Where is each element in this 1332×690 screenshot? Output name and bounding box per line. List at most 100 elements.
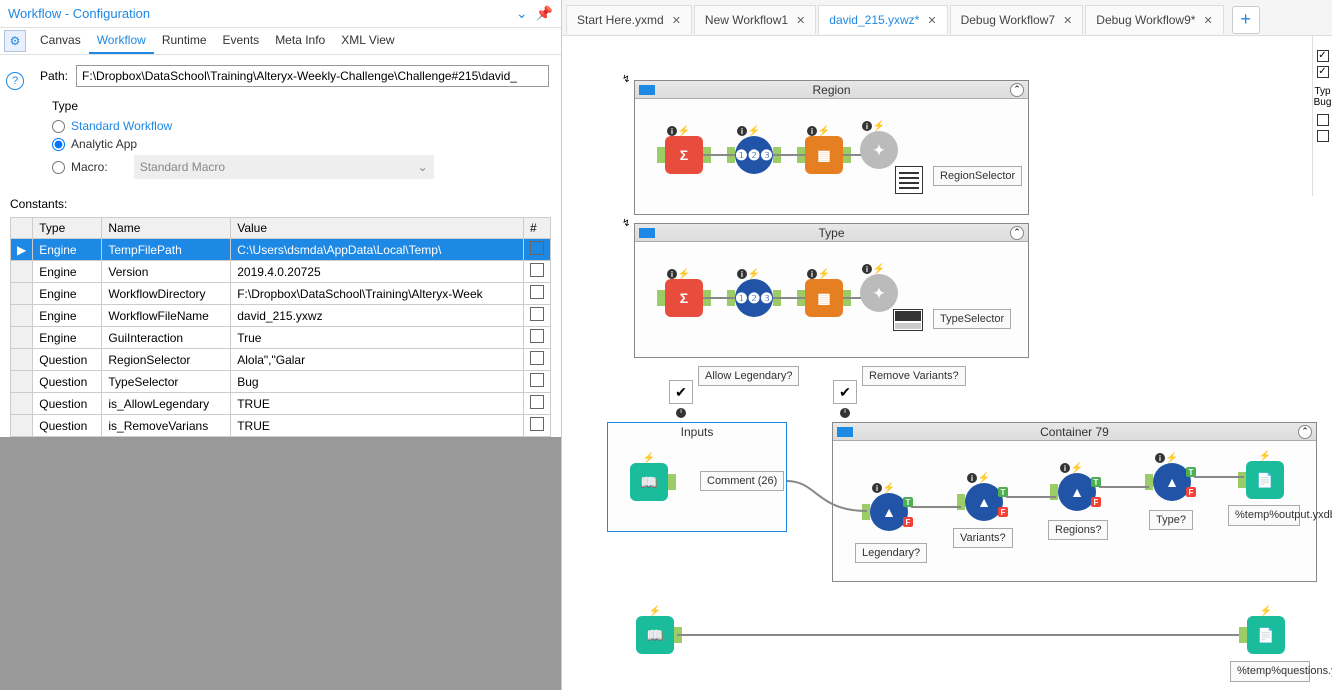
listbox-tool[interactable] — [895, 166, 923, 194]
select-tool[interactable]: ❶❷❸ — [735, 279, 773, 317]
chevron-down-icon[interactable]: ⌄ — [516, 5, 528, 22]
close-icon[interactable]: ✕ — [1203, 14, 1212, 27]
dropdown-tool[interactable] — [893, 309, 923, 331]
select-tool[interactable]: ❶❷❸ — [735, 136, 773, 174]
container-inputs[interactable]: Inputs 📖 Comment (26) — [607, 422, 787, 532]
label-remove-variants: Remove Variants? — [862, 366, 966, 386]
connector — [911, 506, 961, 508]
radio-macro[interactable] — [52, 161, 65, 174]
constants-label: Constants: — [0, 191, 561, 217]
strip-checkbox[interactable] — [1317, 50, 1329, 62]
strip-typ: Typ — [1313, 86, 1332, 97]
strip-checkbox[interactable] — [1317, 114, 1329, 126]
checkbox-tool-legendary[interactable]: ✔ — [669, 380, 693, 404]
doc-tab-label: Start Here.yxmd — [577, 13, 664, 27]
tab-canvas[interactable]: Canvas — [32, 28, 89, 54]
doc-tab-4[interactable]: Debug Workflow9* ✕ — [1085, 5, 1223, 34]
action-tool[interactable]: ✦ — [860, 274, 898, 312]
output-tool-2[interactable]: 📄 — [1247, 616, 1285, 654]
connector — [843, 154, 861, 156]
col-type[interactable]: Type — [33, 218, 102, 239]
table-row[interactable]: Question RegionSelector Alola","Galar — [11, 349, 551, 371]
type-label: Type — [52, 99, 549, 113]
table-row[interactable]: Engine WorkflowFileName david_215.yxwz — [11, 305, 551, 327]
tab-workflow[interactable]: Workflow — [89, 28, 154, 54]
help-icon[interactable]: ? — [6, 72, 24, 90]
close-icon[interactable]: ✕ — [927, 14, 936, 27]
report-tool[interactable]: ▦ — [805, 136, 843, 174]
container-title: Inputs — [681, 425, 714, 439]
label-analytic[interactable]: Analytic App — [71, 137, 137, 151]
doc-tab-1[interactable]: New Workflow1✕ — [694, 5, 816, 34]
close-icon[interactable]: ✕ — [672, 14, 681, 27]
table-row[interactable]: Question is_AllowLegendary TRUE — [11, 393, 551, 415]
label-comment: Comment (26) — [700, 471, 784, 491]
constants-table[interactable]: Type Name Value # ▶ Engine TempFilePath … — [10, 217, 551, 437]
strip-checkbox[interactable] — [1317, 130, 1329, 142]
doc-tab-3[interactable]: Debug Workflow7✕ — [950, 5, 1084, 34]
doc-tab-label: Debug Workflow9* — [1096, 13, 1195, 27]
canvas[interactable]: Region ⌃ Σ ❶❷❸ ▦ ✦ RegionSelector ↯ Type… — [562, 36, 1332, 690]
connector — [677, 634, 1245, 636]
info-icon: i — [840, 408, 850, 418]
collapse-icon[interactable]: ⌃ — [1010, 83, 1024, 97]
label-allow-legendary: Allow Legendary? — [698, 366, 799, 386]
close-icon[interactable]: ✕ — [1063, 14, 1072, 27]
col-hash[interactable]: # — [524, 218, 551, 239]
table-row[interactable]: Question is_RemoveVarians TRUE — [11, 415, 551, 437]
info-icon: i — [676, 408, 686, 418]
label-output1: %temp%output.yxdb — [1228, 505, 1300, 526]
container-region[interactable]: Region ⌃ Σ ❶❷❸ ▦ ✦ RegionSelector — [634, 80, 1029, 215]
table-row[interactable]: Question TypeSelector Bug — [11, 371, 551, 393]
path-input[interactable] — [76, 65, 549, 87]
summarize-tool[interactable]: Σ — [665, 279, 703, 317]
collapse-icon[interactable]: ⌃ — [1298, 425, 1312, 439]
table-row[interactable]: Engine Version 2019.4.0.20725 — [11, 261, 551, 283]
table-row[interactable]: Engine GuiInteraction True — [11, 327, 551, 349]
filter-tool-type[interactable]: TF▲ — [1153, 463, 1191, 501]
radio-analytic[interactable] — [52, 138, 65, 151]
container-title: Type — [818, 226, 844, 240]
add-tab-button[interactable]: + — [1232, 6, 1260, 34]
col-value[interactable]: Value — [231, 218, 524, 239]
input-tool[interactable]: 📖 — [630, 463, 668, 501]
label-macro[interactable]: Macro: — [71, 160, 108, 174]
tab-xmlview[interactable]: XML View — [333, 28, 402, 54]
col-name[interactable]: Name — [102, 218, 231, 239]
checkbox-tool-variants[interactable]: ✔ — [833, 380, 857, 404]
collapse-icon[interactable]: ⌃ — [1010, 226, 1024, 240]
input-tool-bottom[interactable]: 📖 — [636, 616, 674, 654]
summarize-tool[interactable]: Σ — [665, 136, 703, 174]
filter-tool-variants[interactable]: TF▲ — [965, 483, 1003, 521]
close-icon[interactable]: ✕ — [796, 14, 805, 27]
doc-tab-0[interactable]: Start Here.yxmd ✕ — [566, 5, 692, 34]
filter-tool-regions[interactable]: TF▲ — [1058, 473, 1096, 511]
connector — [843, 297, 861, 299]
panel-title: Workflow - Configuration — [8, 6, 150, 21]
container-icon — [639, 85, 655, 95]
tab-events[interactable]: Events — [215, 28, 268, 54]
connector-curve — [787, 461, 867, 521]
path-label: Path: — [40, 69, 68, 83]
label-variants: Variants? — [953, 528, 1013, 548]
gear-icon[interactable]: ⚙ — [4, 30, 26, 52]
table-row[interactable]: Engine WorkflowDirectory F:\Dropbox\Data… — [11, 283, 551, 305]
report-tool[interactable]: ▦ — [805, 279, 843, 317]
pin-icon[interactable]: 📌 — [536, 5, 553, 22]
action-tool[interactable]: ✦ — [860, 131, 898, 169]
table-row[interactable]: ▶ Engine TempFilePath C:\Users\dsmda\App… — [11, 239, 551, 261]
path-row: Path: — [0, 55, 561, 95]
wrench-icon: ↯ — [622, 218, 630, 229]
output-tool-1[interactable]: 📄 — [1246, 461, 1284, 499]
radio-standard[interactable] — [52, 120, 65, 133]
filter-tool-legendary[interactable]: TF▲ — [870, 493, 908, 531]
tab-metainfo[interactable]: Meta Info — [267, 28, 333, 54]
container-79[interactable]: Container 79 ⌃ TF▲ Legendary? TF▲ Varian… — [832, 422, 1317, 582]
container-type[interactable]: Type ⌃ Σ ❶❷❸ ▦ ✦ TypeSelector — [634, 223, 1029, 358]
label-standard[interactable]: Standard Workflow — [71, 119, 172, 133]
label-output2: %temp%questions.yxdb — [1230, 661, 1310, 682]
doc-tab-label: david_215.yxwz* — [829, 13, 919, 27]
doc-tab-2[interactable]: david_215.yxwz* ✕ — [818, 5, 947, 34]
tab-runtime[interactable]: Runtime — [154, 28, 215, 54]
strip-checkbox[interactable] — [1317, 66, 1329, 78]
